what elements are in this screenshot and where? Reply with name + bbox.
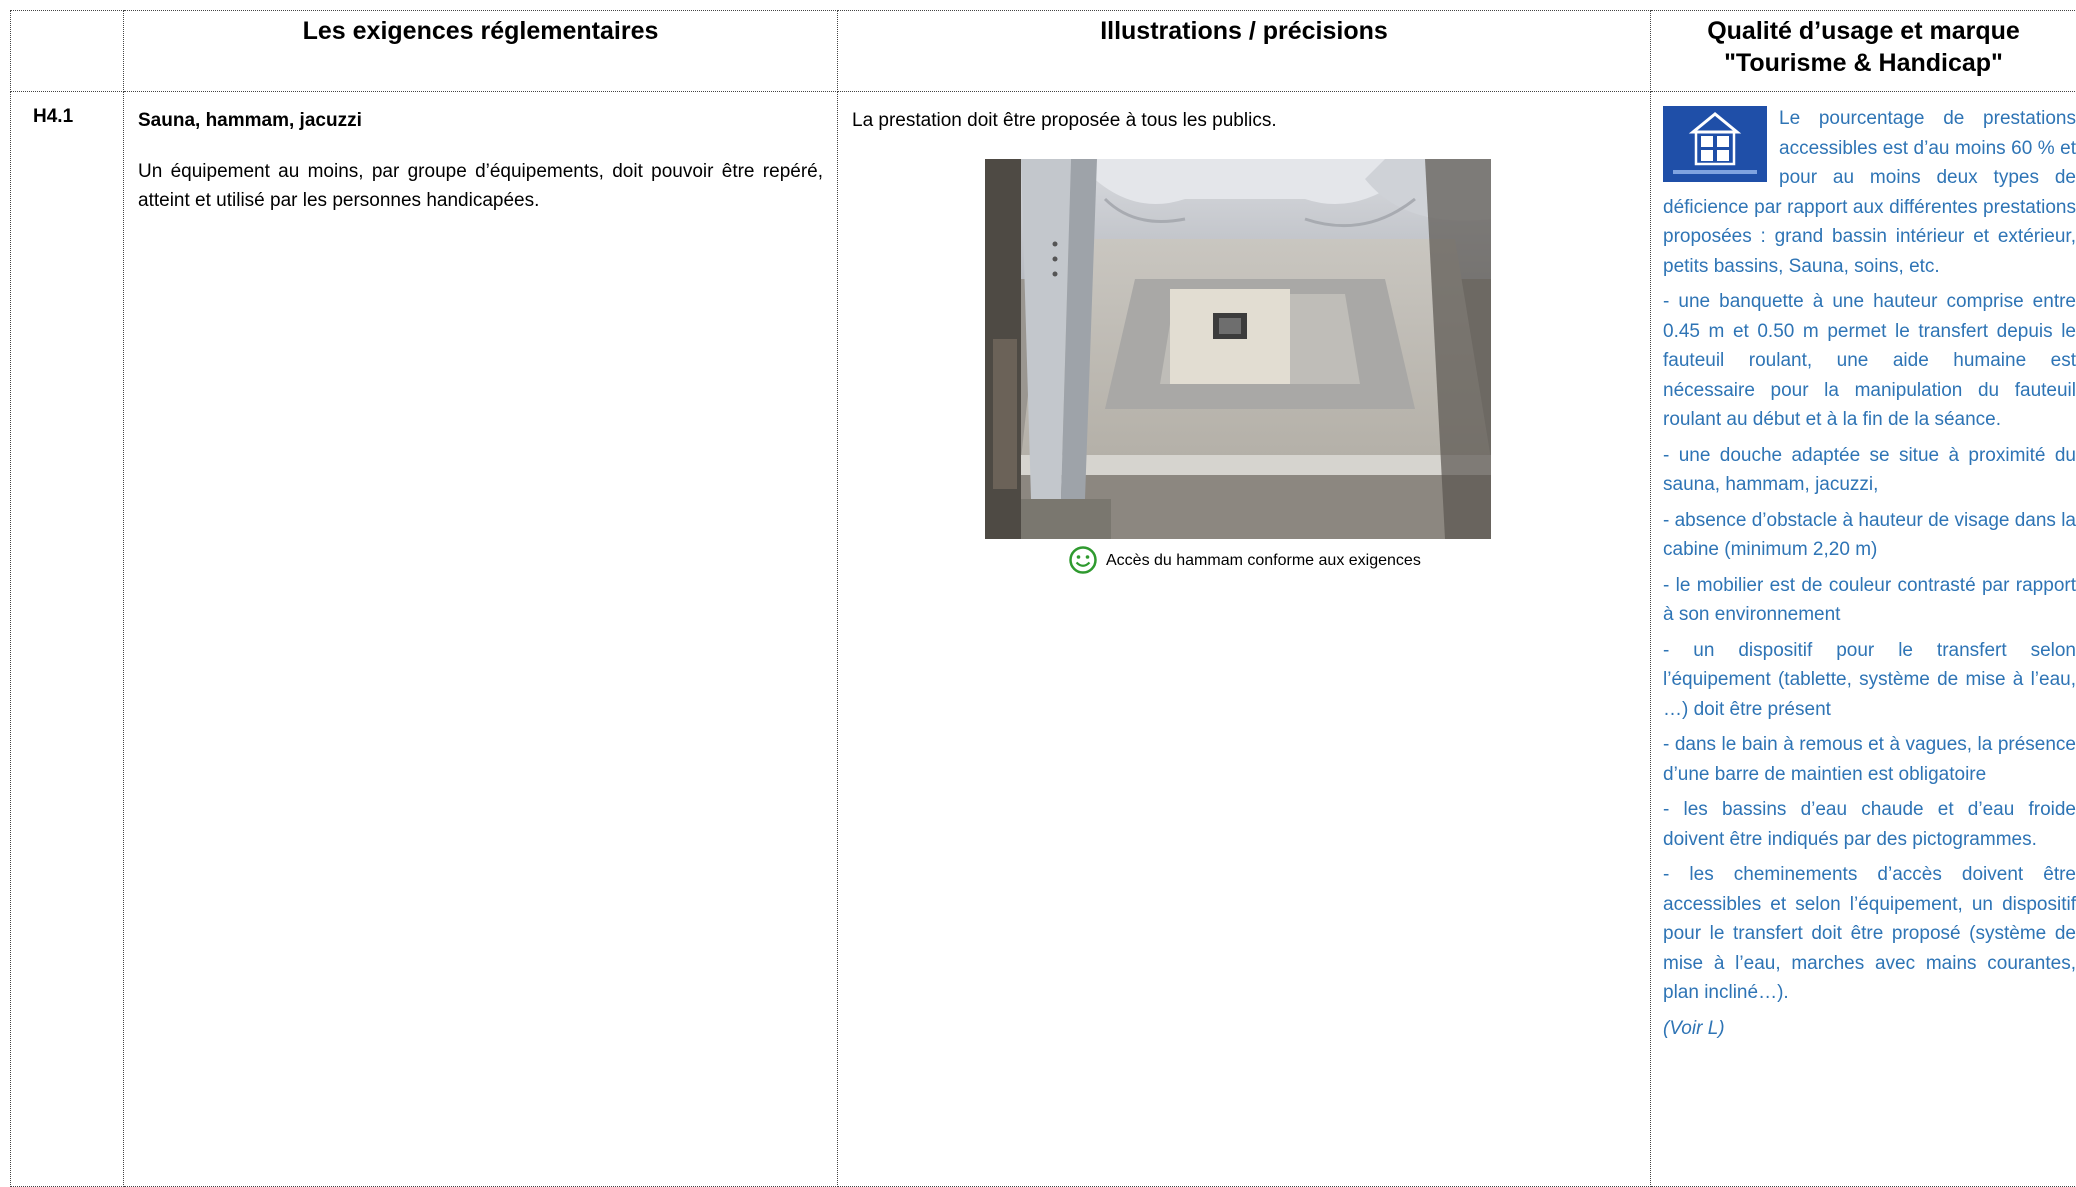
header-illustrations: Illustrations / précisions xyxy=(838,11,1651,92)
header-requirements: Les exigences réglementaires xyxy=(124,11,838,92)
header-code-cell xyxy=(11,11,124,92)
header-quality-line2: "Tourisme & Handicap" xyxy=(1651,47,2076,79)
quality-item: - une douche adaptée se situe à proximit… xyxy=(1663,441,2076,500)
quality-item: - un dispositif pour le transfert selon … xyxy=(1663,636,2076,725)
photo-caption: Accès du hammam conforme aux exigences xyxy=(1106,546,1421,575)
hammam-entrance-photo xyxy=(985,159,1491,539)
requirement-title: Sauna, hammam, jacuzzi xyxy=(138,106,823,135)
row-code: H4.1 xyxy=(11,92,124,1187)
quality-item: - absence d’obstacle à hauteur de visage… xyxy=(1663,506,2076,565)
quality-cell: Le pourcentage de prestations accessible… xyxy=(1651,92,2076,1187)
quality-item: - dans le bain à remous et à vagues, la … xyxy=(1663,730,2076,789)
requirement-text: Un équipement au moins, par groupe d’équ… xyxy=(138,157,823,215)
quality-item: - une banquette à une hauteur comprise e… xyxy=(1663,287,2076,435)
quality-item: - les cheminements d’accès doivent être … xyxy=(1663,860,2076,1008)
quality-item: - les bassins d’eau chaude et d’eau froi… xyxy=(1663,795,2076,854)
illustration-cell: La prestation doit être proposée à tous … xyxy=(838,92,1651,1187)
see-also-reference: (Voir L) xyxy=(1663,1014,2076,1044)
document-page: Les exigences réglementaires Illustratio… xyxy=(0,0,2076,1165)
tourisme-handicap-logo xyxy=(1663,106,1767,182)
smiley-icon xyxy=(1068,545,1098,575)
accessibility-requirements-table: Les exigences réglementaires Illustratio… xyxy=(10,10,2076,1187)
header-quality-line1: Qualité d’usage et marque xyxy=(1651,15,2076,47)
illustration-text: La prestation doit être proposée à tous … xyxy=(852,106,1636,135)
figure: Accès du hammam conforme aux exigences xyxy=(852,159,1636,575)
table-header-row: Les exigences réglementaires Illustratio… xyxy=(11,11,2076,92)
requirements-cell: Sauna, hammam, jacuzzi Un équipement au … xyxy=(124,92,838,1187)
photo-caption-row: Accès du hammam conforme aux exigences xyxy=(852,545,1636,575)
header-quality: Qualité d’usage et marque "Tourisme & Ha… xyxy=(1651,11,2076,92)
quality-item: - le mobilier est de couleur contrasté p… xyxy=(1663,571,2076,630)
table-row: H4.1 Sauna, hammam, jacuzzi Un équipemen… xyxy=(11,92,2076,1187)
